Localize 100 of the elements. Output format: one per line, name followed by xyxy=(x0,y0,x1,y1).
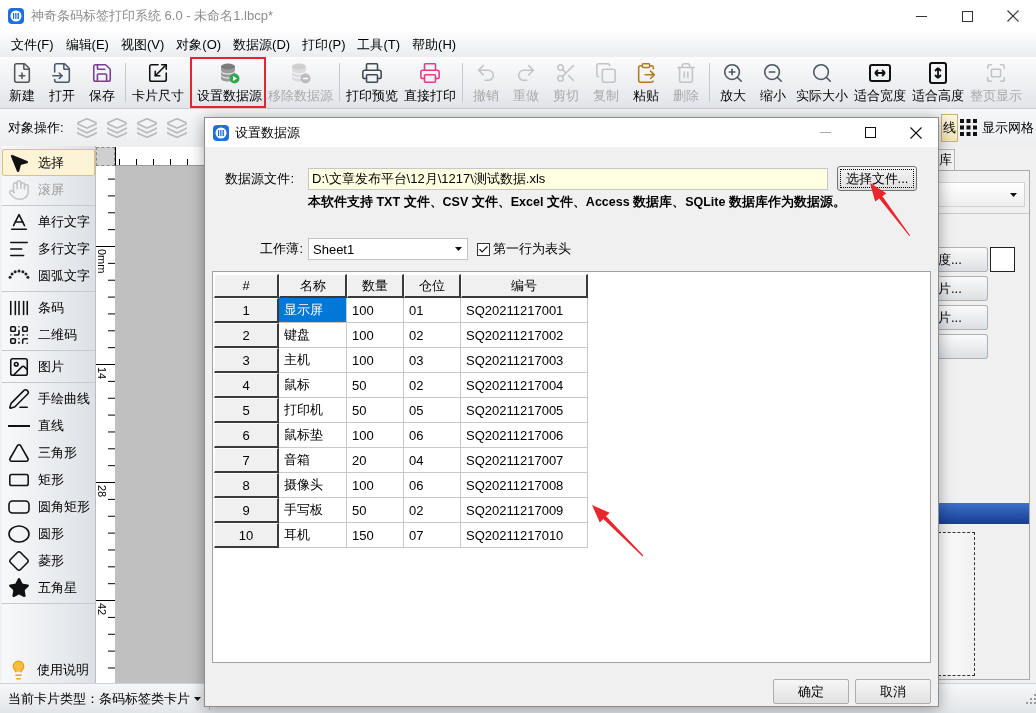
table-cell: SQ20211217001 xyxy=(461,298,588,323)
column-header[interactable]: # xyxy=(214,274,279,298)
toolbar-button[interactable]: 缩小 xyxy=(753,57,793,108)
canvas-area[interactable] xyxy=(115,166,205,683)
tool-item[interactable]: 菱形 xyxy=(2,547,95,574)
layers-icon[interactable] xyxy=(135,116,158,139)
tool-item[interactable]: 图片 xyxy=(2,353,95,380)
tool-item[interactable]: 条码 xyxy=(2,294,95,321)
tool-item[interactable]: 直线 xyxy=(2,412,95,439)
row-header[interactable]: 4 xyxy=(214,373,279,398)
table-cell: 05 xyxy=(404,398,461,423)
ellipse-icon xyxy=(8,524,30,543)
tool-item[interactable]: 圆弧文字 xyxy=(2,262,95,289)
sheet-select[interactable]: Sheet1 xyxy=(308,238,468,260)
caret-icon xyxy=(455,247,462,251)
toolbar-button[interactable]: 新建 xyxy=(2,57,42,108)
row-header[interactable]: 8 xyxy=(214,473,279,498)
window-title: 神奇条码标签打印系统 6.0 - 未命名1.lbcp* xyxy=(31,7,273,25)
tool-item[interactable]: 多行文字 xyxy=(2,235,95,262)
column-header[interactable]: 编号 xyxy=(461,274,588,298)
show-grid-button[interactable]: 显示网格 xyxy=(958,118,1036,137)
panel-button[interactable]: 片... xyxy=(938,305,988,330)
toggle-button[interactable]: 线 xyxy=(941,113,958,142)
menu-item[interactable]: 对象(O) xyxy=(170,32,228,57)
grid-icon xyxy=(960,119,977,136)
toolbar-button[interactable]: 实际大小 xyxy=(793,57,851,108)
caret-icon xyxy=(194,696,201,701)
card-type-selector[interactable]: 当前卡片类型：条码标签类卡片 xyxy=(2,689,207,708)
toolbar-button[interactable]: 放大 xyxy=(713,57,753,108)
row-header[interactable]: 6 xyxy=(214,423,279,448)
browse-button[interactable]: 选择文件... xyxy=(837,166,917,191)
toolbar-button[interactable]: 适合宽度 xyxy=(851,57,909,108)
layers-icon[interactable] xyxy=(105,116,128,139)
tool-item[interactable]: 五角星 xyxy=(2,574,95,601)
toolbar-button[interactable]: 卡片尺寸 xyxy=(129,57,187,108)
menu-item[interactable]: 文件(F) xyxy=(5,32,60,57)
file-path-field[interactable]: D:\文章发布平台\12月\1217\测试数据.xls xyxy=(308,167,828,190)
checkbox[interactable] xyxy=(477,242,490,256)
undo-icon xyxy=(475,62,497,84)
header-row-checkbox[interactable]: 第一行为表头 xyxy=(477,240,571,258)
toolbar-button[interactable]: 适合高度 xyxy=(909,57,967,108)
dialog-title: 设置数据源 xyxy=(235,123,300,142)
star-icon xyxy=(8,576,30,599)
table-cell: SQ20211217009 xyxy=(461,498,588,523)
row-header[interactable]: 10 xyxy=(214,523,279,548)
layers-icon[interactable] xyxy=(165,116,188,139)
triangle-icon xyxy=(8,441,30,464)
menu-item[interactable]: 工具(T) xyxy=(351,32,407,57)
table-cell: 04 xyxy=(404,448,461,473)
table-cell: SQ20211217007 xyxy=(461,448,588,473)
field-label: 工作薄: xyxy=(259,240,304,258)
row-header[interactable]: 7 xyxy=(214,448,279,473)
dropdown[interactable] xyxy=(938,182,1025,207)
row-header[interactable]: 3 xyxy=(214,348,279,373)
tool-item[interactable]: 圆角矩形 xyxy=(2,493,95,520)
tool-item[interactable]: 单行文字 xyxy=(2,208,95,235)
app-logo-icon xyxy=(8,8,24,24)
table-cell: 耳机 xyxy=(279,523,347,548)
table-cell: SQ20211217010 xyxy=(461,523,588,548)
toolbar-button[interactable]: 打印预览 xyxy=(343,57,401,108)
info-text: 本软件支持 TXT 文件、CSV 文件、Excel 文件、Access 数据库、SQLite 数据库作为数据源。 xyxy=(308,195,847,210)
tool-item[interactable]: 手绘曲线 xyxy=(2,385,95,412)
toolbar-button[interactable]: 保存 xyxy=(82,57,122,108)
row-header[interactable]: 1 xyxy=(214,298,279,323)
toolbar-button[interactable]: 直接打印 xyxy=(401,57,459,108)
column-header[interactable]: 名称 xyxy=(279,274,347,298)
help-item[interactable]: 使用说明 xyxy=(2,656,95,683)
menu-item[interactable]: 打印(P) xyxy=(296,32,352,57)
table-cell: SQ20211217006 xyxy=(461,423,588,448)
color-swatch[interactable] xyxy=(990,247,1015,272)
table-cell: 手写板 xyxy=(279,498,347,523)
tool-item[interactable]: 三角形 xyxy=(2,439,95,466)
table-cell: 02 xyxy=(404,323,461,348)
row-header[interactable]: 5 xyxy=(214,398,279,423)
panel-button[interactable] xyxy=(938,334,988,359)
panel-button[interactable]: 片... xyxy=(938,276,988,301)
layers-icon[interactable] xyxy=(75,116,98,139)
menu-item[interactable]: 编辑(E) xyxy=(59,32,115,57)
toolbar-button[interactable]: 打开 xyxy=(42,57,82,108)
tool-item[interactable]: 选择 xyxy=(2,149,95,176)
column-header[interactable]: 数量 xyxy=(347,274,404,298)
dialog-button[interactable]: 确定 xyxy=(773,679,849,704)
table-cell: 02 xyxy=(404,498,461,523)
tool-item[interactable]: 二维码 xyxy=(2,321,95,348)
table-cell: 显示屏 xyxy=(279,298,347,323)
panel-button[interactable]: 度... xyxy=(938,247,988,272)
tool-item[interactable]: 圆形 xyxy=(2,520,95,547)
menu-item[interactable]: 视图(V) xyxy=(114,32,171,57)
menu-item[interactable]: 数据源(D) xyxy=(227,32,297,57)
table-cell: 07 xyxy=(404,523,461,548)
ruler-label: 0mm xyxy=(97,249,107,274)
tool-item[interactable]: 矩形 xyxy=(2,466,95,493)
row-header[interactable]: 2 xyxy=(214,323,279,348)
toolbar-button[interactable]: 设置数据源 xyxy=(194,57,265,108)
row-header[interactable]: 9 xyxy=(214,498,279,523)
column-header[interactable]: 仓位 xyxy=(404,274,461,298)
toolbar-button[interactable]: 粘贴 xyxy=(626,57,666,108)
dialog-button[interactable]: 取消 xyxy=(855,679,931,704)
resize-grip-icon[interactable] xyxy=(1026,693,1036,704)
menu-item[interactable]: 帮助(H) xyxy=(406,32,463,57)
